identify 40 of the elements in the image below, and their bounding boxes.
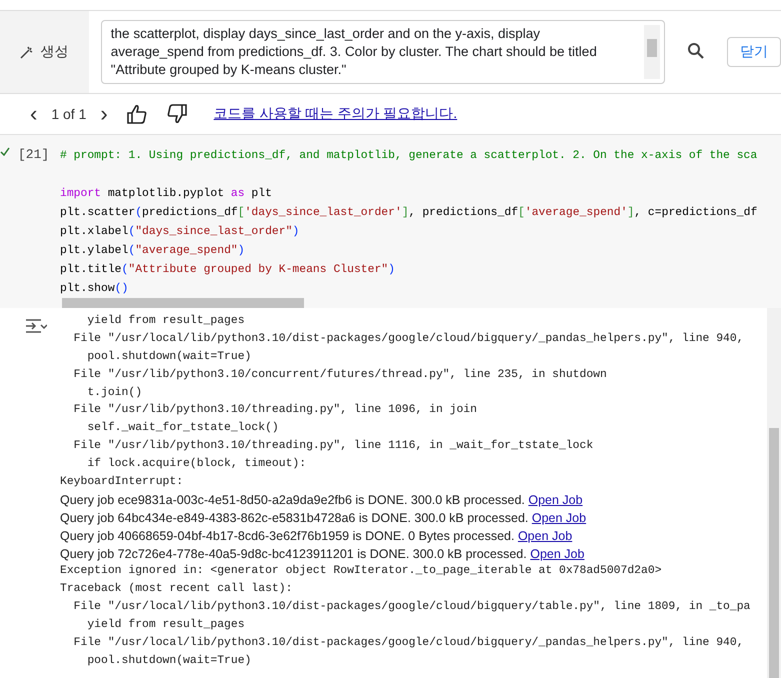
traceback-line: self._wait_for_tstate_lock() bbox=[86, 422, 279, 434]
query-job-message: Query job 64bc434e-e849-4383-862c-e5831b4728a6 is DONE. 300.0 kB processed. bbox=[60, 510, 528, 525]
result-count: 1 of 1 bbox=[51, 106, 86, 122]
code-editor[interactable]: # prompt: 1. Using predictions_df, and matplotlib, generate a scatterplot. 2. On the x-axis of the sca import matplotlib.pyplot as plt plt.scatter(predictions_df['days_since_last_order'], predictions_df['average_spend'], c=predictions_df plt.xlabel("days_since_last_order") plt.ylabel("average_spend") plt.title("Attribute grouped by K-means Cluster") plt.show() bbox=[60, 135, 781, 308]
generate-label: 생성 bbox=[0, 11, 89, 93]
next-button[interactable]: › bbox=[96, 101, 112, 127]
prompt-field[interactable]: the scatterplot, display days_since_last_order and on the y-axis, display average_spend from predictions_df. 3. Color by cluster. The chart should be titled "Attribute grouped by K-means cluster." bbox=[100, 20, 665, 84]
caution-link[interactable]: 코드를 사용할 때는 주의가 필요합니다. bbox=[214, 105, 458, 123]
scrollbar[interactable] bbox=[767, 308, 781, 678]
prompt-text: the scatterplot, display days_since_last_order and on the y-axis, display average_spend from predictions_df. 3. Color by cluster. The chart should be titled "Attribute grouped by K-means cluster." bbox=[110, 25, 598, 79]
magic-wand-icon bbox=[20, 45, 34, 59]
execution-count: [21] bbox=[18, 147, 50, 162]
output-toggle-icon[interactable] bbox=[25, 318, 47, 334]
traceback-line: yield from result_pages bbox=[86, 315, 245, 327]
traceback-line: if lock.acquire(block, timeout): bbox=[86, 458, 306, 470]
traceback-line: yield from result_pages bbox=[86, 619, 245, 632]
traceback-line: pool.shutdown(wait=True) bbox=[86, 654, 252, 667]
traceback-line: Exception ignored in: <generator object RowIterator._to_page_iterable at 0x78ad5007d2a0> bbox=[60, 565, 662, 578]
query-job-message: Query job 72c726e4-778e-40a5-9d8c-bc4123911201 is DONE. 300.0 kB processed. bbox=[60, 546, 527, 561]
open-job-link[interactable]: Open Job bbox=[530, 546, 584, 561]
query-job-message: Query job ece9831a-003c-4e51-8d50-a2a9da9e2fb6 is DONE. 300.0 kB processed. bbox=[60, 492, 525, 507]
traceback-line: File "/usr/lib/python3.10/concurrent/futures/thread.py", line 235, in shutdown bbox=[72, 368, 607, 381]
traceback-line: File "/usr/local/lib/python3.10/dist-packages/google/cloud/bigquery/_pandas_helpers.py", line 940, bbox=[72, 637, 744, 650]
close-button[interactable]: 닫기 bbox=[727, 37, 781, 67]
traceback-line: t.join() bbox=[86, 386, 142, 399]
traceback-line: File "/usr/local/lib/python3.10/dist-packages/google/cloud/bigquery/table.py", line 1809, in _to_pa bbox=[72, 601, 750, 614]
traceback-line: KeyboardInterrupt: bbox=[60, 476, 184, 488]
scrollbar[interactable] bbox=[644, 25, 660, 79]
traceback-line: File "/usr/lib/python3.10/threading.py", line 1096, in join bbox=[72, 404, 477, 416]
traceback-line: File "/usr/local/lib/python3.10/dist-packages/google/cloud/bigquery/_pandas_helpers.py", line 940, bbox=[72, 332, 744, 345]
open-job-link[interactable]: Open Job bbox=[518, 528, 572, 543]
search-icon bbox=[687, 42, 705, 60]
previous-button[interactable]: ‹ bbox=[26, 101, 42, 127]
open-job-link[interactable]: Open Job bbox=[532, 510, 586, 525]
traceback-line: File "/usr/lib/python3.10/threading.py", line 1116, in _wait_for_tstate_lock bbox=[72, 440, 594, 452]
traceback-line: Traceback (most recent call last): bbox=[60, 583, 292, 596]
traceback-line: pool.shutdown(wait=True) bbox=[86, 350, 252, 363]
scrollbar[interactable] bbox=[62, 298, 304, 308]
query-job-message: Query job 40668659-04bf-4b17-8cd6-3e62f76b1959 is DONE. 0 Bytes processed. bbox=[60, 528, 514, 543]
open-job-link[interactable]: Open Job bbox=[528, 492, 583, 507]
